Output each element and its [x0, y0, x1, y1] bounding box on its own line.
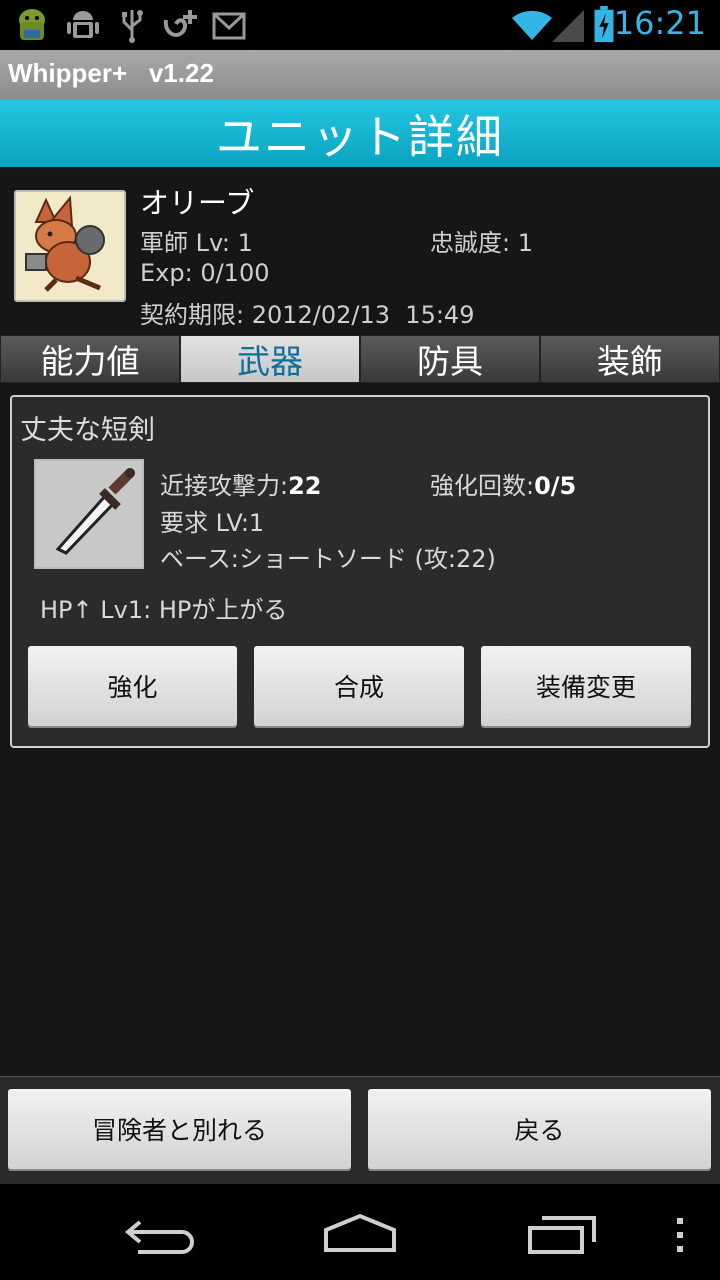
weapon-attack-value: 22: [288, 472, 322, 500]
weapon-enhance-value: 0/5: [534, 472, 577, 500]
leave-party-button[interactable]: 冒険者と別れる: [8, 1089, 351, 1169]
overflow-menu-icon[interactable]: [674, 1216, 686, 1254]
back-button[interactable]: 戻る: [368, 1089, 711, 1169]
dagger-icon: [34, 459, 144, 569]
synthesize-button[interactable]: 合成: [254, 646, 464, 726]
gmail-icon: [212, 12, 246, 40]
weapon-enhance-count: 強化回数:0/5: [430, 466, 576, 501]
weapon-attack-label: 近接攻撃力:: [160, 472, 289, 500]
weapon-name: 丈夫な短剣: [20, 415, 155, 446]
tab-weapon[interactable]: 武器: [180, 335, 360, 383]
tab-stats[interactable]: 能力値: [0, 335, 180, 383]
wifi-icon: [512, 10, 552, 40]
android-icon: [19, 9, 45, 40]
home-icon[interactable]: [322, 1212, 398, 1254]
unit-portrait: [14, 190, 126, 302]
weapon-requirement: 要求 LV:1: [160, 509, 265, 537]
unit-loyalty: 忠誠度: 1: [430, 229, 533, 257]
unit-class-level: 軍師 Lv: 1: [140, 229, 253, 257]
status-bar: 16:21: [0, 0, 720, 50]
app-title: Whipper+ v1.22: [8, 58, 214, 88]
status-time: 16:21: [613, 4, 706, 42]
tab-bar: 能力値 武器 防具 装飾: [0, 335, 720, 383]
change-equipment-button[interactable]: 装備変更: [481, 646, 691, 726]
weapon-enhance-label: 強化回数:: [430, 472, 535, 500]
weapon-attack: 近接攻撃力:22: [160, 466, 322, 501]
unit-name: オリーブ: [140, 186, 255, 220]
weapon-base: ベース:ショートソード (攻:22): [160, 545, 496, 573]
page-title: ユニット詳細: [216, 109, 504, 164]
tab-armor[interactable]: 防具: [360, 335, 540, 383]
fox-character-image: [16, 192, 120, 296]
recent-apps-icon[interactable]: [526, 1214, 598, 1256]
unit-contract: 契約期限: 2012/02/13 15:49: [140, 301, 475, 329]
weapon-effect: HP↑ Lv1: HPが上がる: [40, 596, 288, 624]
unit-exp: Exp: 0/100: [140, 259, 270, 287]
enhance-button[interactable]: 強化: [28, 646, 237, 726]
back-icon[interactable]: [124, 1214, 196, 1254]
signal-icon: [552, 10, 584, 42]
sync-icon: [163, 10, 197, 37]
battery-charging-icon: [594, 6, 614, 43]
tab-accessory[interactable]: 装飾: [540, 335, 720, 383]
debug-icon: [67, 11, 99, 38]
app-title-bar: Whipper+ v1.22: [0, 50, 720, 100]
screen-header: ユニット詳細: [0, 100, 720, 167]
navigation-bar: [0, 1184, 720, 1280]
usb-icon: [122, 10, 143, 43]
